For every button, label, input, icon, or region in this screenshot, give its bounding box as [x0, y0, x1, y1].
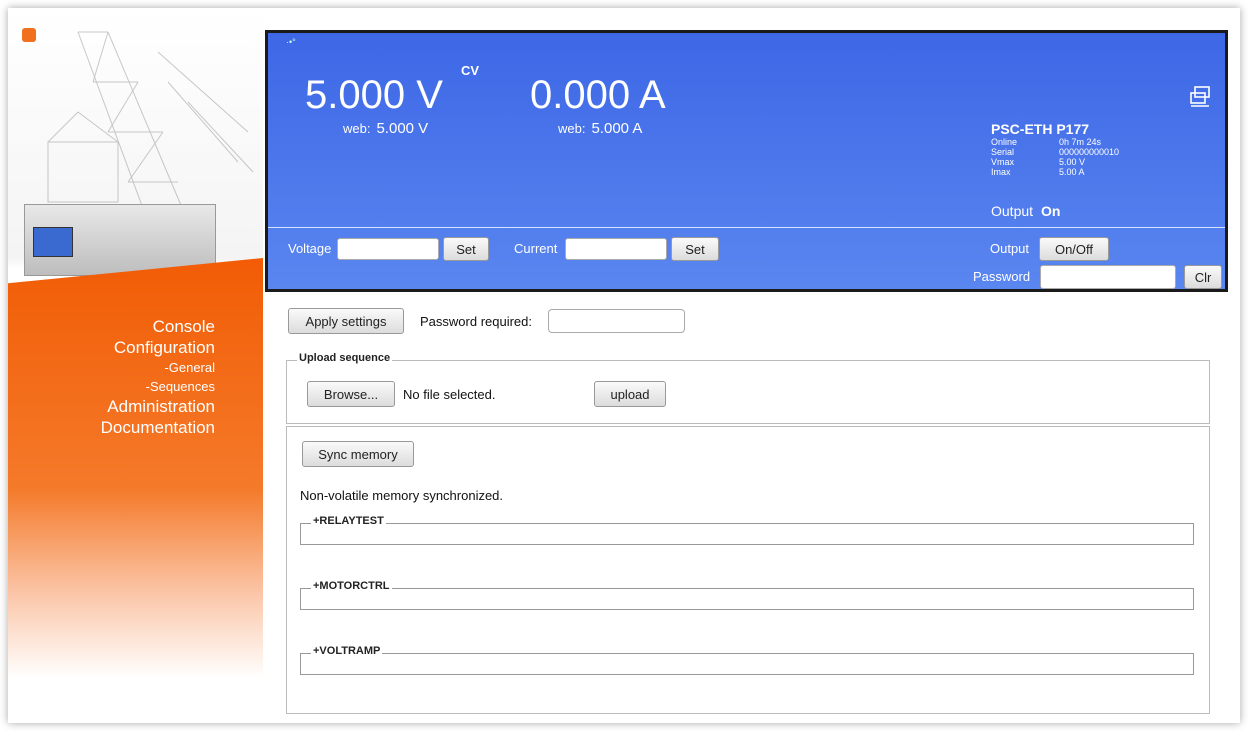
sidebar: Console Configuration -General -Sequence… [8, 8, 263, 723]
power-supply-display: ·•° 5.000 V CV 0.000 A web: 5.000 V web: 5… [265, 30, 1228, 292]
info-row: Vmax 5.00 V [991, 157, 1119, 167]
voltage-reading: 5.000 V [305, 73, 443, 117]
device-model: PSC-ETH P177 [991, 121, 1090, 137]
password-required-label: Password required: [420, 314, 532, 329]
memory-status: Non-volatile memory synchronized. [300, 488, 504, 503]
upload-sequence-fieldset: Upload sequence Browse... No file select… [286, 352, 1210, 424]
web-voltage-value: 5.000 V [376, 120, 429, 137]
brand-logo-icon [22, 28, 36, 42]
sequence-motorctrl[interactable]: +MOTORCTRL [300, 580, 1194, 610]
device-photo [24, 204, 216, 276]
clear-password-button[interactable]: Clr [1184, 265, 1222, 289]
nav-general[interactable]: -General [101, 358, 215, 377]
nav-configuration[interactable]: Configuration [101, 337, 215, 358]
info-row: Online 0h 7m 24s [991, 137, 1119, 147]
sequence-name: +VOLTRAMP [311, 645, 383, 657]
browser-page: Console Configuration -General -Sequence… [8, 8, 1240, 723]
output-status-label: Output [991, 203, 1034, 219]
file-status: No file selected. [403, 387, 496, 402]
info-value: 000000000010 [1059, 147, 1120, 157]
voltage-input[interactable] [337, 238, 439, 260]
voltage-label: Voltage [288, 241, 332, 256]
set-current-button[interactable]: Set [671, 237, 719, 261]
upload-button[interactable]: upload [594, 381, 666, 407]
browse-button[interactable]: Browse... [307, 381, 395, 407]
info-value: 5.00 V [1059, 157, 1086, 167]
popout-window-icon[interactable] [1189, 85, 1211, 107]
upload-sequence-legend: Upload sequence [297, 352, 393, 364]
info-key: Imax [991, 167, 1011, 177]
settings-password-input[interactable] [548, 309, 685, 333]
web-current-value: 5.000 A [591, 120, 643, 137]
web-current: web: 5.000 A [558, 120, 642, 137]
nav-menu: Console Configuration -General -Sequence… [101, 316, 215, 438]
info-key: Online [991, 137, 1018, 147]
nav-sequences[interactable]: -Sequences [101, 377, 215, 396]
output-onoff-button[interactable]: On/Off [1039, 237, 1109, 261]
current-reading: 0.000 A [530, 73, 666, 117]
sync-memory-button[interactable]: Sync memory [302, 441, 414, 467]
web-voltage-label: web: [343, 121, 371, 136]
current-input[interactable] [565, 238, 667, 260]
info-key: Serial [991, 147, 1015, 157]
password-input[interactable] [1040, 265, 1176, 289]
sequence-name: +RELAYTEST [311, 515, 386, 527]
password-label: Password [973, 269, 1031, 284]
web-current-label: web: [558, 121, 586, 136]
apply-settings-button[interactable]: Apply settings [288, 308, 404, 334]
device-info: PSC-ETH P177 Online 0h 7m 24s Serial 00000… [991, 121, 1119, 177]
mode-indicator: CV [461, 63, 480, 78]
output-label: Output [990, 241, 1030, 256]
nav-console[interactable]: Console [101, 316, 215, 337]
nav-documentation[interactable]: Documentation [101, 417, 215, 438]
info-value: 5.00 A [1059, 167, 1085, 177]
current-label: Current [514, 241, 558, 256]
sequence-voltramp[interactable]: +VOLTRAMP [300, 645, 1194, 675]
device-screen-image [33, 227, 73, 257]
activity-indicator-icon: ·•° [286, 37, 296, 47]
device-info-table: Online 0h 7m 24s Serial 000000000010 Vmax 5… [991, 137, 1119, 177]
memory-fieldset: Sync memory Non-volatile memory synchron… [286, 426, 1210, 714]
nav-administration[interactable]: Administration [101, 396, 215, 417]
web-voltage: web: 5.000 V [343, 120, 428, 137]
set-voltage-button[interactable]: Set [443, 237, 489, 261]
info-row: Imax 5.00 A [991, 167, 1119, 177]
info-value: 0h 7m 24s [1059, 137, 1102, 147]
sequence-relaytest[interactable]: +RELAYTEST [300, 515, 1194, 545]
sequence-name: +MOTORCTRL [311, 580, 392, 592]
info-key: Vmax [991, 157, 1015, 167]
info-row: Serial 000000000010 [991, 147, 1119, 157]
output-status: Output On [991, 203, 1060, 219]
panel-divider [268, 227, 1225, 228]
output-status-value: On [1041, 203, 1061, 219]
